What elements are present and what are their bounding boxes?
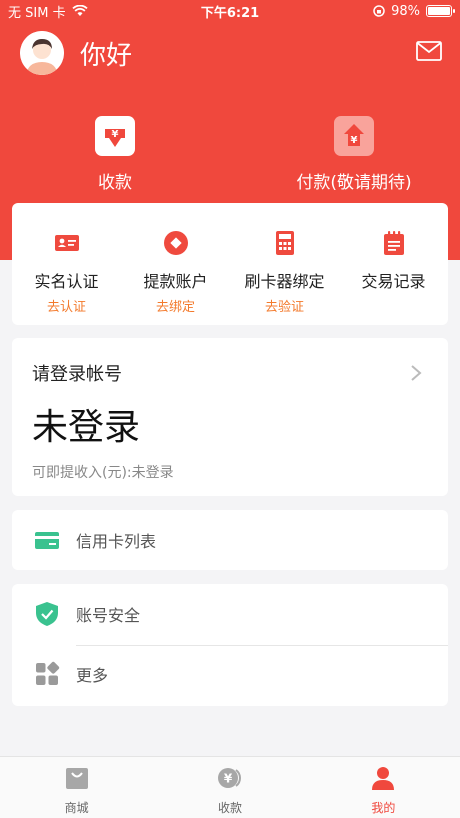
shield-icon [36,602,58,626]
grid-more-icon [36,661,60,685]
id-card-icon [54,235,79,251]
quick-label-card-reader: 刷卡器绑定 [244,272,325,291]
coin-icon [163,231,188,255]
rotation-lock-icon [373,5,385,17]
login-status: 未登录 [32,407,141,448]
menu-item-account-security[interactable]: 账号安全 [12,584,448,644]
credit-card-list-card: 信用卡列表 [12,510,448,570]
quick-label-verify: 实名认证 [34,272,99,291]
credit-card-icon [35,532,59,549]
receive-action[interactable]: ¥ 收款 [25,116,205,193]
tab-mall[interactable]: 商城 [0,757,153,818]
tab-label-mine: 我的 [371,801,396,815]
battery-percent: 98% [391,3,420,19]
pay-yuan-icon: ¥ [334,116,374,156]
pay-action[interactable]: ¥ 付款(敬请期待) [254,116,454,193]
carrier-label: 无 SIM 卡 [8,5,66,21]
person-icon [372,767,395,790]
avatar-person-icon [20,31,64,75]
tab-label-mall: 商城 [64,801,89,815]
quick-item-verify[interactable]: 实名认证 去认证 [12,203,121,325]
tab-label-receive: 收款 [217,801,242,815]
quick-label-withdraw-account: 提款账户 [143,272,208,291]
greeting-title: 你好 [80,41,133,71]
quick-sub-verify: 去认证 [46,300,86,315]
menu-label-credit-cards: 信用卡列表 [76,532,157,551]
pay-label: 付款(敬请期待) [296,173,412,193]
quick-item-withdraw-account[interactable]: 提款账户 去绑定 [121,203,230,325]
wifi-icon [71,5,88,16]
battery-icon [426,5,455,17]
login-title: 请登录帐号 [32,364,122,385]
settings-card: 账号安全 更多 [12,584,448,706]
svg-text:¥: ¥ [112,129,119,140]
menu-label-more: 更多 [76,666,109,685]
quick-actions-card: 实名认证 去认证 提款账户 去绑定 刷卡器绑定 去验证 交易记录 [12,203,448,325]
tab-bar: 商城 ¥ 收款 我的 [0,756,460,818]
notepad-icon [383,231,404,255]
tab-receive[interactable]: ¥ 收款 [153,757,306,818]
menu-item-more[interactable]: 更多 [12,644,448,704]
calculator-icon [275,231,294,255]
receive-label: 收款 [98,173,132,193]
quick-label-transactions: 交易记录 [361,272,426,291]
withdrawable-income: 可即提收入(元):未登录 [32,465,174,481]
menu-label-account-security: 账号安全 [76,606,141,625]
receive-yuan-icon: ¥ [95,116,135,156]
avatar[interactable] [20,31,64,75]
quick-item-card-reader[interactable]: 刷卡器绑定 去验证 [230,203,339,325]
login-card[interactable]: 请登录帐号 未登录 可即提收入(元):未登录 [12,338,448,496]
svg-text:¥: ¥ [351,135,358,146]
bag-icon [65,768,88,789]
chevron-right-icon [411,365,422,381]
menu-item-credit-cards[interactable]: 信用卡列表 [12,510,448,570]
quick-item-transactions[interactable]: 交易记录 [339,203,448,325]
svg-text:¥: ¥ [224,772,233,786]
quick-sub-card-reader: 去验证 [264,300,304,315]
mail-icon[interactable] [416,41,442,61]
yuan-coin-icon: ¥ [217,768,241,788]
quick-sub-withdraw-account: 去绑定 [155,300,195,315]
status-bar: 无 SIM 卡 下午6:21 98% [0,0,460,22]
tab-mine[interactable]: 我的 [307,757,460,818]
